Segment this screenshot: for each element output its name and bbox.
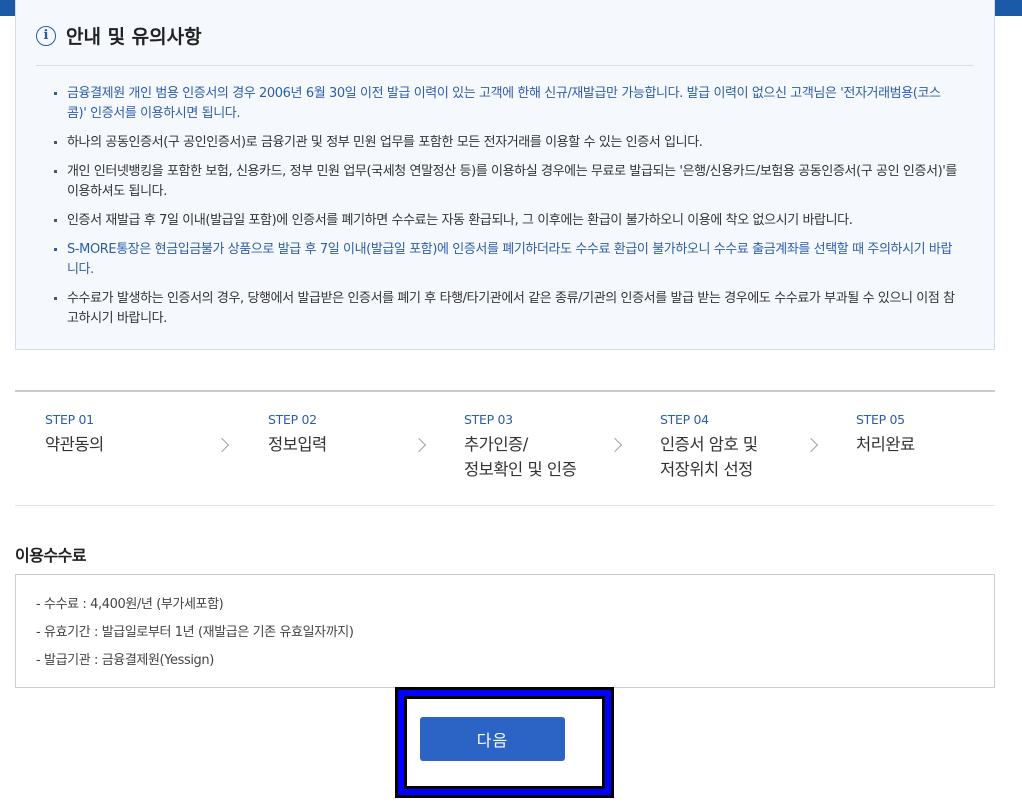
notice-item: 수수료가 발생하는 인증서의 경우, 당행에서 발급받은 인증서를 폐기 후 타…: [54, 289, 959, 329]
step-number: STEP 01: [45, 412, 94, 427]
focus-highlight-inner: 다음: [404, 696, 605, 789]
chevron-right-icon: [214, 437, 230, 453]
fee-info-box: - 수수료 : 4,400원/년 (부가세포함) - 유효기간 : 발급일로부터…: [15, 574, 995, 688]
notice-item: 개인 인터넷뱅킹을 포함한 보험, 신용카드, 정부 민원 업무(국세청 연말정…: [54, 162, 959, 202]
step-2: STEP 02 정보입력: [268, 412, 327, 457]
step-number: STEP 05: [856, 412, 905, 427]
next-button[interactable]: 다음: [420, 717, 565, 761]
step-1: STEP 01 약관동의: [45, 412, 104, 457]
chevron-right-icon: [607, 437, 623, 453]
fee-list: - 수수료 : 4,400원/년 (부가세포함) - 유효기간 : 발급일로부터…: [36, 591, 354, 675]
step-progress: STEP 01 약관동의 STEP 02 정보입력 STEP 03 추가인증/ …: [15, 390, 995, 506]
step-number: STEP 03: [464, 412, 513, 427]
step-3: STEP 03 추가인증/ 정보확인 및 인증: [464, 412, 577, 482]
notice-title: 안내 및 유의사항: [66, 26, 202, 48]
step-number: STEP 04: [660, 412, 709, 427]
step-4: STEP 04 인증서 암호 및 저장위치 선정: [660, 412, 758, 482]
notice-panel: i 안내 및 유의사항 금융결제원 개인 범용 인증서의 경우 2006년 6월…: [15, 0, 995, 350]
divider: [36, 65, 974, 66]
step-label: 처리완료: [856, 435, 915, 454]
notice-item: S-MORE통장은 현금입금불가 상품으로 발급 후 7일 이내(발급일 포함)…: [54, 240, 959, 280]
step-label: 인증서 암호 및 저장위치 선정: [660, 435, 758, 479]
step-number: STEP 02: [268, 412, 317, 427]
chevron-right-icon: [411, 437, 427, 453]
fee-item: - 발급기관 : 금융결제원(Yessign): [36, 653, 214, 668]
info-icon: i: [36, 25, 56, 46]
step-5: STEP 05 처리완료: [856, 412, 915, 457]
step-label: 정보입력: [268, 435, 327, 454]
notice-item: 인증서 재발급 후 7일 이내(발급일 포함)에 인증서를 폐기하면 수수료는 …: [54, 211, 959, 231]
fee-item: - 수수료 : 4,400원/년 (부가세포함): [36, 597, 224, 612]
notice-list: 금융결제원 개인 범용 인증서의 경우 2006년 6월 30일 이전 발급 이…: [54, 84, 959, 338]
focus-highlight: 다음: [395, 687, 614, 798]
step-label: 약관동의: [45, 435, 104, 454]
notice-item: 금융결제원 개인 범용 인증서의 경우 2006년 6월 30일 이전 발급 이…: [54, 84, 959, 124]
notice-item: 하나의 공동인증서(구 공인인증서)로 금융기관 및 정부 민원 업무를 포함한…: [54, 133, 959, 153]
notice-header: i 안내 및 유의사항: [36, 22, 202, 49]
step-label: 추가인증/ 정보확인 및 인증: [464, 435, 577, 479]
fee-section-title: 이용수수료: [15, 546, 87, 565]
fee-item: - 유효기간 : 발급일로부터 1년 (재발급은 기존 유효일자까지): [36, 625, 354, 640]
chevron-right-icon: [803, 437, 819, 453]
